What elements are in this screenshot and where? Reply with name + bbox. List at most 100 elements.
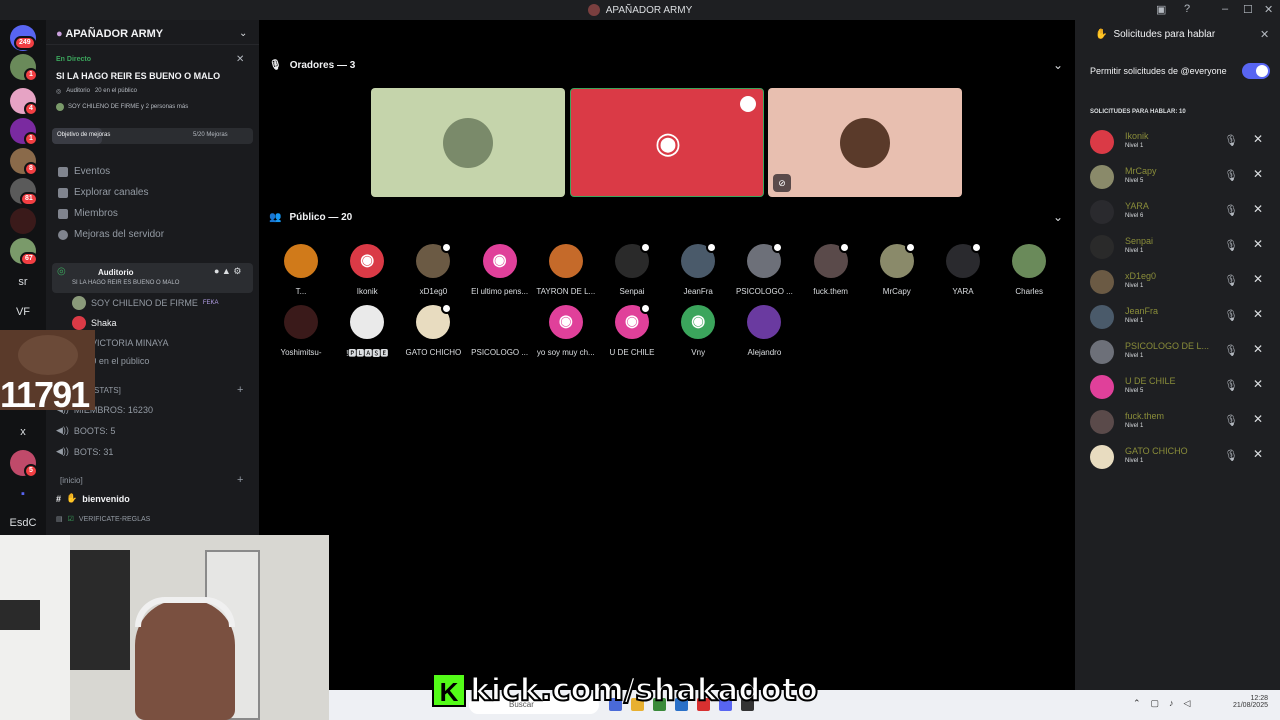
close-window-button[interactable]: ✕ — [1264, 3, 1273, 16]
audience-member[interactable]: Alejandro — [731, 305, 797, 357]
stat-channel[interactable]: ◀)) BOOTS: 5 — [56, 425, 115, 436]
minimize-button[interactable]: – — [1222, 3, 1228, 15]
dismiss-request-icon[interactable]: ✕ — [1253, 377, 1263, 391]
server-text-icon[interactable]: x — [0, 426, 46, 438]
invite-to-speak-icon[interactable]: 🎙 — [1224, 134, 1238, 147]
folder-icon[interactable]: ▪ — [0, 488, 46, 500]
dismiss-request-icon[interactable]: ✕ — [1253, 202, 1263, 216]
audience-member[interactable]: ◉ Vny — [665, 305, 731, 357]
audience-member[interactable]: GATO CHICHO — [400, 303, 466, 357]
dismiss-request-icon[interactable]: ✕ — [1253, 412, 1263, 426]
request-name: Senpai — [1125, 236, 1154, 246]
audience-member[interactable]: PSICOLOGO ... — [467, 305, 533, 357]
goal-value: 5/20 Mejoras — [193, 132, 228, 138]
invite-to-speak-icon[interactable]: 🎙 — [1224, 204, 1238, 217]
clothes-rack — [70, 550, 130, 670]
audience-member[interactable]: PSICOLOGO ... — [731, 242, 797, 296]
audience-member[interactable]: T... — [268, 244, 334, 296]
audience-member[interactable]: !🅿🅻🅰🆂🅴 — [334, 305, 400, 359]
audience-member[interactable]: xD1eg0 — [400, 242, 466, 296]
close-icon[interactable]: ✕ — [236, 54, 244, 65]
audience-member[interactable]: Senpai — [599, 242, 665, 296]
request-name: xD1eg0 — [1125, 271, 1157, 281]
inbox-icon[interactable]: ▣ — [1156, 3, 1166, 16]
chevron-down-icon[interactable]: ⌄ — [239, 28, 247, 39]
dismiss-request-icon[interactable]: ✕ — [1253, 237, 1263, 251]
avatar — [1090, 130, 1114, 154]
invite-to-speak-icon[interactable]: 🎙 — [1224, 274, 1238, 287]
avatar — [548, 244, 583, 278]
window-titlebar: APAÑADOR ARMY ▣ ? – ☐ ✕ — [0, 0, 1280, 20]
channel-bienvenido[interactable]: # ✋ bienvenido — [56, 493, 130, 504]
audience-member[interactable]: TAYRON DE L... — [533, 244, 599, 296]
nav-mejoras[interactable]: Mejoras del servidor — [58, 229, 164, 240]
dismiss-request-icon[interactable]: ✕ — [1253, 167, 1263, 181]
requests-count: SOLICITUDES PARA HABLAR: 10 — [1090, 109, 1186, 115]
invite-to-speak-icon[interactable]: 🎙 — [1224, 379, 1238, 392]
dismiss-request-icon[interactable]: ✕ — [1253, 132, 1263, 146]
audience-member[interactable]: fuck.them — [798, 242, 864, 296]
wave-icon: ✋ — [66, 493, 78, 503]
channel-verificate[interactable]: ▤ ☑ VERIFICATE-REGLAS — [56, 515, 150, 524]
audience-member[interactable]: ◉ yo soy muy ch... — [533, 305, 599, 357]
stat-channel[interactable]: ◀)) BOTS: 31 — [56, 446, 113, 457]
close-panel-button[interactable]: ✕ — [1260, 28, 1269, 41]
audience-member-name: !🅿🅻🅰🆂🅴 — [346, 349, 389, 358]
screen-share-off-icon: ⊘ — [773, 174, 791, 192]
invite-to-speak-icon[interactable]: 🎙 — [1224, 449, 1238, 462]
add-channel-icon[interactable]: + — [237, 474, 243, 486]
add-channel-icon[interactable]: + — [237, 384, 243, 396]
audience-member[interactable]: ◉ Ikonik — [334, 244, 400, 296]
boost-goal-bar[interactable]: Objetivo de mejoras 5/20 Mejoras — [52, 128, 253, 144]
server-text-icon[interactable]: sr — [0, 276, 46, 288]
taskbar-clock[interactable]: 12:28 21/08/2025 — [1226, 695, 1268, 709]
audience-member-name: Ikonik — [356, 287, 378, 296]
category-inicio[interactable]: [inicio] — [60, 476, 83, 485]
invite-to-speak-icon[interactable]: 🎙 — [1224, 239, 1238, 252]
chevron-down-icon[interactable]: ⌄ — [1053, 58, 1063, 72]
dismiss-request-icon[interactable]: ✕ — [1253, 342, 1263, 356]
speaker-tile[interactable] — [371, 88, 565, 197]
stage-channel-active[interactable]: ◎ Auditorio SI LA HAGO REIR ES BUENO O M… — [52, 263, 253, 293]
stage-icon: ◎ — [57, 266, 66, 277]
audience-member[interactable]: JeanFra — [665, 242, 731, 296]
request-name: GATO CHICHO — [1125, 446, 1188, 456]
facecam-overlay: 11791 — [0, 330, 95, 410]
dismiss-request-icon[interactable]: ✕ — [1253, 272, 1263, 286]
audience-member[interactable]: MrCapy — [864, 242, 930, 296]
request-name: YARA — [1125, 201, 1149, 211]
audience-member[interactable]: ◉ El ultimo pens... — [467, 244, 533, 296]
stage-settings-icons[interactable]: ● ▲ ⚙ — [214, 266, 241, 277]
stage-member[interactable]: SOY CHILENO DE FIRME FEKA — [72, 296, 219, 310]
audience-member[interactable]: ◉ U DE CHILE — [599, 303, 665, 357]
audience-member[interactable]: YARA — [930, 242, 996, 296]
invite-to-speak-icon[interactable]: 🎙 — [1224, 309, 1238, 322]
invite-to-speak-icon[interactable]: 🎙 — [1224, 414, 1238, 427]
stage-member[interactable]: Shaka — [72, 316, 117, 330]
nav-eventos[interactable]: Eventos — [58, 166, 110, 177]
dismiss-request-icon[interactable]: ✕ — [1253, 307, 1263, 321]
maximize-button[interactable]: ☐ — [1243, 3, 1253, 16]
nav-miembros[interactable]: Miembros — [58, 208, 118, 219]
invite-to-speak-icon[interactable]: 🎙 — [1224, 344, 1238, 357]
public-header[interactable]: 👥 Público — 20 — [269, 212, 352, 223]
request-level: Nivel 1 — [1125, 458, 1144, 464]
audience-member[interactable]: Charles — [996, 244, 1062, 296]
dismiss-request-icon[interactable]: ✕ — [1253, 447, 1263, 461]
server-icon[interactable] — [10, 208, 36, 234]
server-text-icon[interactable]: VF — [0, 306, 46, 318]
chevron-down-icon[interactable]: ⌄ — [1053, 210, 1063, 224]
help-icon[interactable]: ? — [1184, 3, 1190, 15]
request-name: JeanFra — [1125, 306, 1159, 316]
speakers-header[interactable]: 🎙 Oradores — 3 — [269, 60, 355, 71]
audience-member[interactable]: Yoshimitsu- — [268, 305, 334, 357]
allow-requests-toggle[interactable] — [1242, 63, 1270, 79]
speak-request: Senpai Nivel 1 🎙 ✕ — [1090, 233, 1270, 261]
tray-icons[interactable]: ⌃▢♪◁ — [1133, 698, 1200, 709]
server-text-icon[interactable]: EsdC — [0, 517, 46, 529]
nav-explorar[interactable]: Explorar canales — [58, 187, 148, 198]
speaker-tile[interactable]: ⊘ — [768, 88, 962, 197]
invite-to-speak-icon[interactable]: 🎙 — [1224, 169, 1238, 182]
server-name[interactable]: ● APAÑADOR ARMY — [56, 28, 163, 40]
speaker-tile-active[interactable]: ◉ — [570, 88, 764, 197]
